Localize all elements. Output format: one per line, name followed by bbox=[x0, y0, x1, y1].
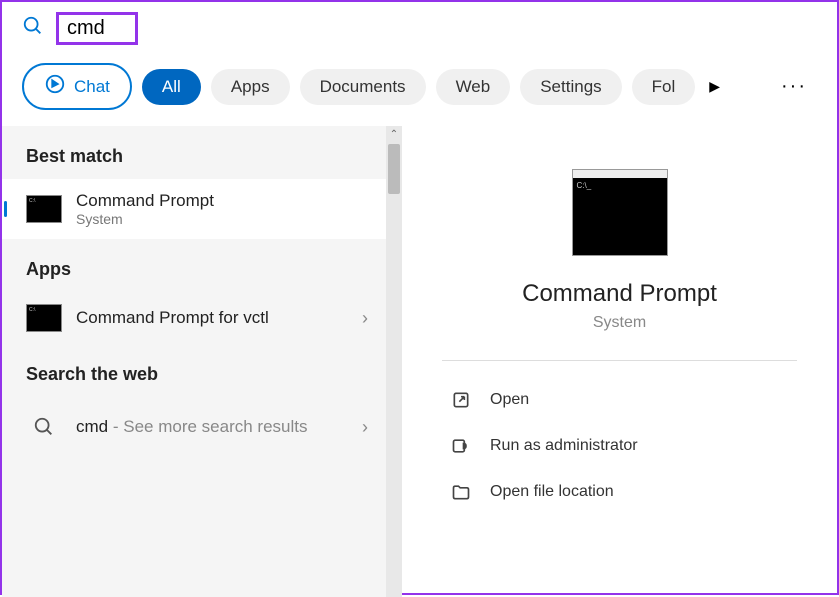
results-pane: Best match C:\ Command Prompt System App… bbox=[2, 126, 402, 597]
apps-header: Apps bbox=[2, 239, 402, 292]
web-header: Search the web bbox=[2, 344, 402, 397]
cmd-icon: C:\ bbox=[26, 195, 62, 223]
folder-icon bbox=[450, 481, 472, 503]
preview-subtitle: System bbox=[442, 314, 797, 332]
result-command-prompt[interactable]: C:\ Command Prompt System bbox=[2, 179, 402, 239]
scrollbar-thumb[interactable] bbox=[388, 144, 400, 194]
preview-app-icon: C:\_ bbox=[572, 176, 668, 256]
action-open[interactable]: Open bbox=[442, 377, 797, 423]
more-button[interactable]: ··· bbox=[771, 75, 817, 98]
admin-icon bbox=[450, 435, 472, 457]
cmd-icon: C:\ bbox=[26, 304, 62, 332]
scrollbar[interactable]: ⌃ bbox=[386, 126, 402, 597]
scroll-right-icon[interactable]: ▶ bbox=[709, 78, 720, 95]
preview-title: Command Prompt bbox=[442, 280, 797, 308]
result-cmd-vctl[interactable]: C:\ Command Prompt for vctl › bbox=[2, 292, 402, 344]
best-match-header: Best match bbox=[2, 126, 402, 179]
filter-apps[interactable]: Apps bbox=[211, 69, 290, 105]
chevron-right-icon[interactable]: › bbox=[352, 417, 378, 438]
filter-folders[interactable]: Fol bbox=[632, 69, 696, 105]
search-input[interactable] bbox=[67, 17, 127, 40]
action-run-admin[interactable]: Run as administrator bbox=[442, 423, 797, 469]
result-web-cmd[interactable]: cmd - See more search results › bbox=[2, 397, 402, 457]
scroll-up-icon[interactable]: ⌃ bbox=[386, 126, 402, 142]
search-web-icon bbox=[26, 409, 62, 445]
open-icon bbox=[450, 389, 472, 411]
preview-pane: C:\_ Command Prompt System Open Run as a… bbox=[402, 126, 837, 597]
action-file-location[interactable]: Open file location bbox=[442, 469, 797, 515]
filter-documents[interactable]: Documents bbox=[300, 69, 426, 105]
filter-all[interactable]: All bbox=[142, 69, 201, 105]
chevron-right-icon[interactable]: › bbox=[352, 308, 378, 329]
search-highlight bbox=[56, 12, 138, 45]
search-icon bbox=[22, 15, 44, 42]
chat-button[interactable]: Chat bbox=[22, 63, 132, 110]
filter-web[interactable]: Web bbox=[436, 69, 511, 105]
filter-settings[interactable]: Settings bbox=[520, 69, 621, 105]
divider bbox=[442, 360, 797, 361]
bing-chat-icon bbox=[44, 73, 66, 100]
